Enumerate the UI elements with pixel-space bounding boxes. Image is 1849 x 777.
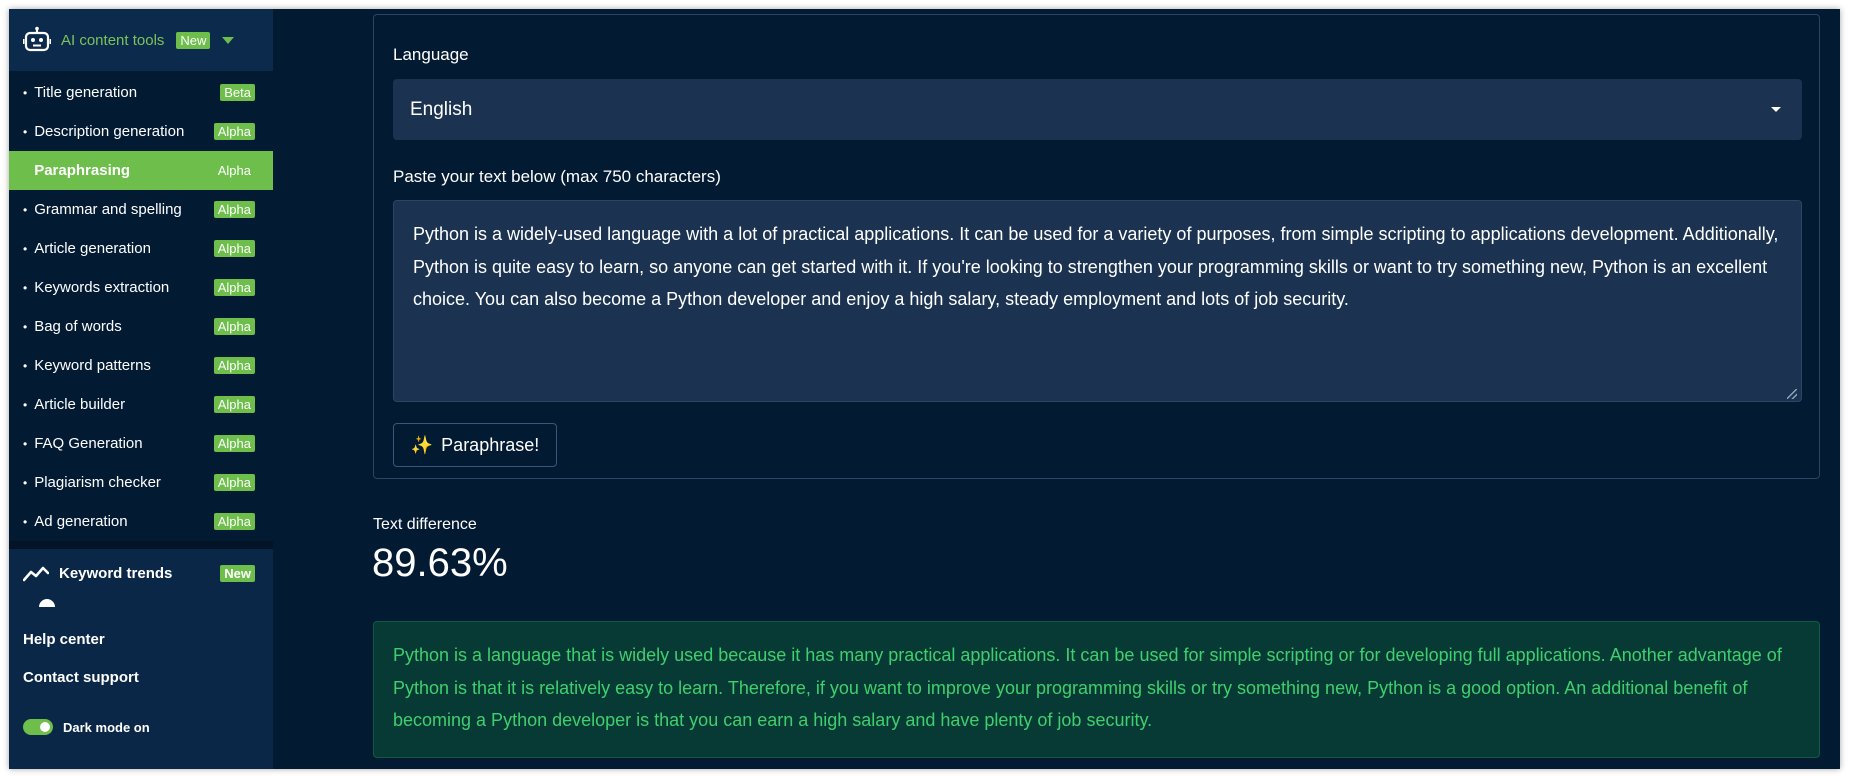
bullet-icon: •: [23, 85, 28, 100]
sidebar-item-label: Paraphrasing: [34, 162, 131, 179]
contact-support-link[interactable]: Contact support: [23, 669, 273, 713]
caret-down-icon: [1771, 107, 1781, 112]
status-badge: Alpha: [213, 474, 255, 491]
status-badge: Alpha: [213, 279, 255, 296]
sidebar-item-article-generation[interactable]: • Article generation Alpha: [9, 229, 273, 268]
source-text-input[interactable]: Python is a widely-used language with a …: [393, 200, 1802, 402]
paste-label: Paste your text below (max 750 character…: [393, 167, 721, 186]
sidebar-item-label: Bag of words: [34, 318, 122, 335]
sidebar-item-article-builder[interactable]: • Article builder Alpha: [9, 385, 273, 424]
bullet-icon: •: [23, 280, 28, 295]
sidebar-item-bag-of-words[interactable]: • Bag of words Alpha: [9, 307, 273, 346]
dark-mode-label: Dark mode on: [63, 719, 150, 735]
bullet-icon: •: [23, 241, 28, 256]
status-badge: Alpha: [213, 201, 255, 218]
paraphrase-button[interactable]: ✨ Paraphrase!: [393, 423, 557, 467]
avatar-icon[interactable]: [39, 599, 55, 607]
language-value: English: [410, 98, 473, 120]
sidebar-item-label: Description generation: [34, 123, 185, 140]
text-difference-label: Text difference: [373, 516, 477, 533]
bullet-icon: •: [23, 475, 28, 490]
sidebar-item-label: Ad generation: [34, 513, 128, 530]
status-badge: Beta: [220, 84, 255, 101]
bullet-icon: •: [23, 319, 28, 334]
status-badge: Alpha: [213, 396, 255, 413]
dark-mode-toggle[interactable]: [23, 719, 53, 735]
language-select[interactable]: English: [393, 79, 1802, 140]
dark-mode-row: Dark mode on: [23, 713, 273, 741]
bullet-icon: •: [23, 124, 28, 139]
keyword-trends-label: Keyword trends: [59, 564, 173, 582]
bullet-icon: •: [23, 397, 28, 412]
ai-content-tools-header[interactable]: AI content tools New: [9, 9, 273, 71]
app-window: AI content tools New • Title generation B…: [9, 9, 1840, 769]
new-badge: New: [220, 564, 255, 582]
status-badge: Alpha: [213, 240, 255, 257]
sidebar-item-label: Article builder: [34, 396, 126, 413]
sparkles-icon: ✨: [410, 434, 434, 455]
sidebar-item-faq-generation[interactable]: • FAQ Generation Alpha: [9, 424, 273, 463]
paraphrase-result: Python is a language that is widely used…: [373, 621, 1820, 758]
sidebar-bottom: Help center Contact support Dark mode on: [9, 599, 273, 741]
status-badge: Alpha: [213, 357, 255, 374]
sidebar-item-keyword-patterns[interactable]: • Keyword patterns Alpha: [9, 346, 273, 385]
robot-icon: [23, 26, 51, 52]
status-badge: Alpha: [213, 318, 255, 335]
sidebar-item-label: Grammar and spelling: [34, 201, 182, 218]
sidebar-item-keywords-extraction[interactable]: • Keywords extraction Alpha: [9, 268, 273, 307]
new-badge: New: [176, 31, 211, 49]
sidebar-item-plagiarism-checker[interactable]: • Plagiarism checker Alpha: [9, 463, 273, 502]
status-badge: Alpha: [213, 123, 255, 140]
sidebar-divider: [9, 541, 273, 549]
sidebar-item-label: FAQ Generation: [34, 435, 143, 452]
group-title: AI content tools: [61, 31, 165, 49]
help-center-link[interactable]: Help center: [23, 607, 273, 669]
sidebar-item-ad-generation[interactable]: • Ad generation Alpha: [9, 502, 273, 541]
sidebar-item-label: Title generation: [34, 84, 138, 101]
status-badge: Alpha: [217, 163, 251, 178]
trend-line-icon: [23, 566, 49, 582]
sidebar-item-grammar-and-spelling[interactable]: • Grammar and spelling Alpha: [9, 190, 273, 229]
sidebar-item-label: Article generation: [34, 240, 151, 257]
bullet-icon: •: [23, 358, 28, 373]
bullet-icon: •: [23, 202, 28, 217]
paraphrase-button-label: Paraphrase!: [441, 434, 540, 455]
status-badge: Alpha: [213, 435, 255, 452]
bullet-icon: •: [23, 436, 28, 451]
language-label: Language: [393, 45, 469, 64]
toggle-knob: [40, 722, 50, 732]
bullet-icon: •: [23, 514, 28, 529]
sidebar-item-keyword-trends[interactable]: Keyword trends New: [9, 549, 273, 597]
resize-handle-icon[interactable]: [1787, 389, 1797, 399]
sidebar-item-label: Plagiarism checker: [34, 474, 161, 491]
text-difference-value: 89.63%: [372, 541, 508, 585]
sidebar-item-label: Keyword patterns: [34, 357, 151, 374]
sidebar-item-description-generation[interactable]: • Description generation Alpha: [9, 112, 273, 151]
chevron-down-icon[interactable]: [222, 36, 235, 44]
status-badge: Alpha: [213, 513, 255, 530]
tool-list: • Title generation Beta • Description gene…: [9, 71, 273, 541]
sidebar: AI content tools New • Title generation B…: [9, 9, 273, 769]
sidebar-item-paraphrasing[interactable]: •Paraphrasing Alpha: [9, 151, 273, 190]
sidebar-item-label: Keywords extraction: [34, 279, 170, 296]
paraphrase-form: Language English Paste your text below (…: [373, 14, 1820, 479]
sidebar-item-title-generation[interactable]: • Title generation Beta: [9, 73, 273, 112]
main-content: Language English Paste your text below (…: [273, 9, 1840, 769]
